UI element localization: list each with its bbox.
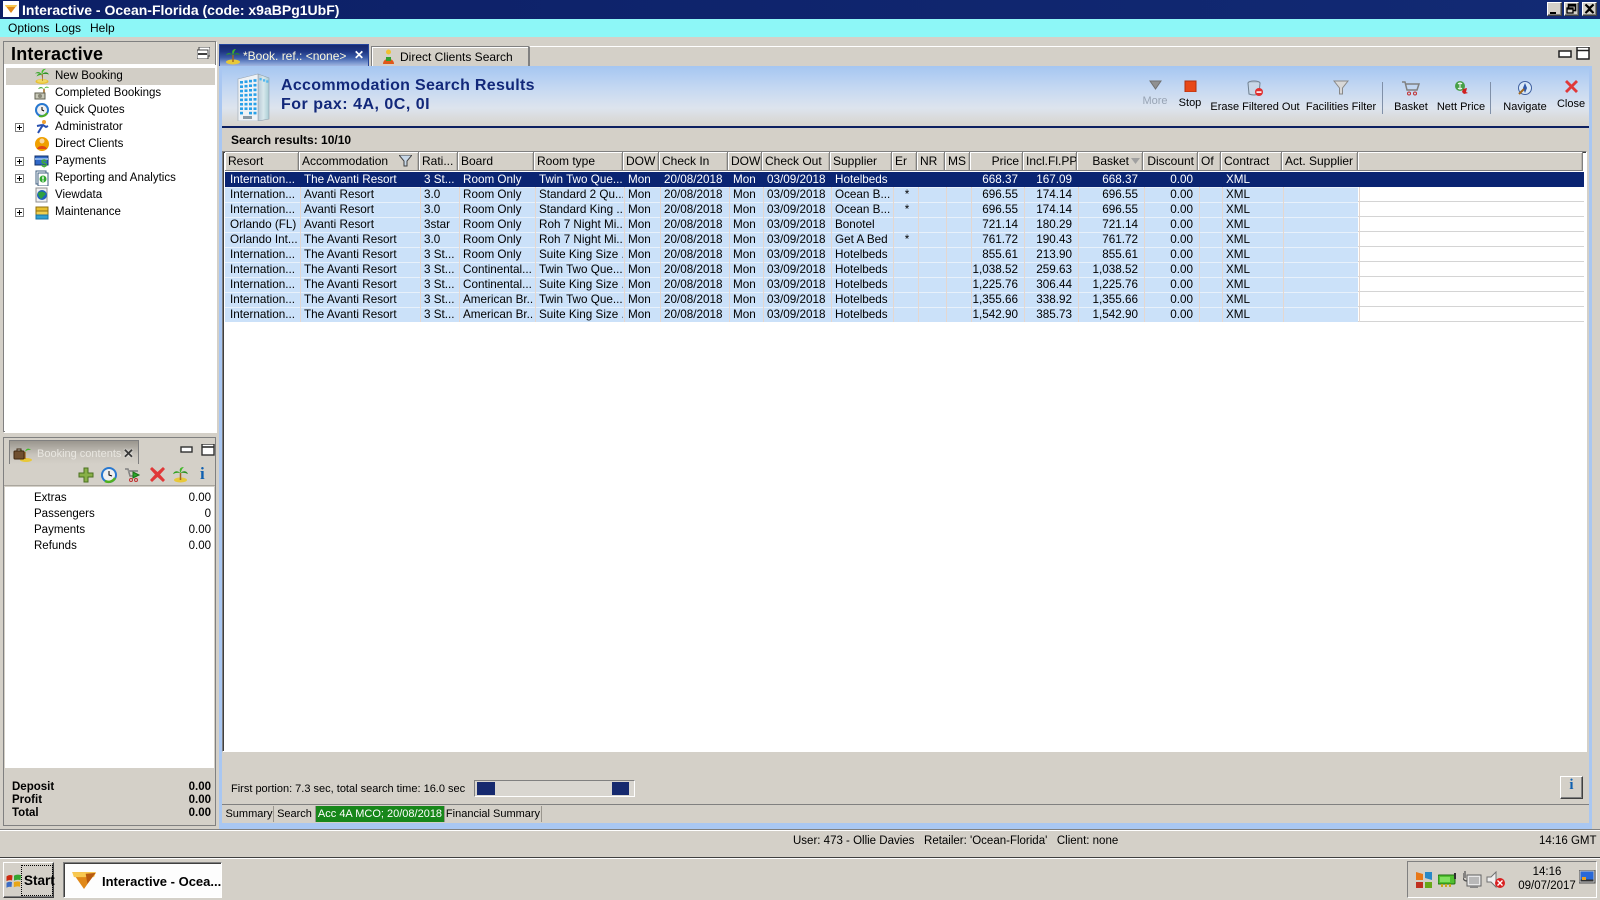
svg-text:$: $ xyxy=(41,158,47,169)
